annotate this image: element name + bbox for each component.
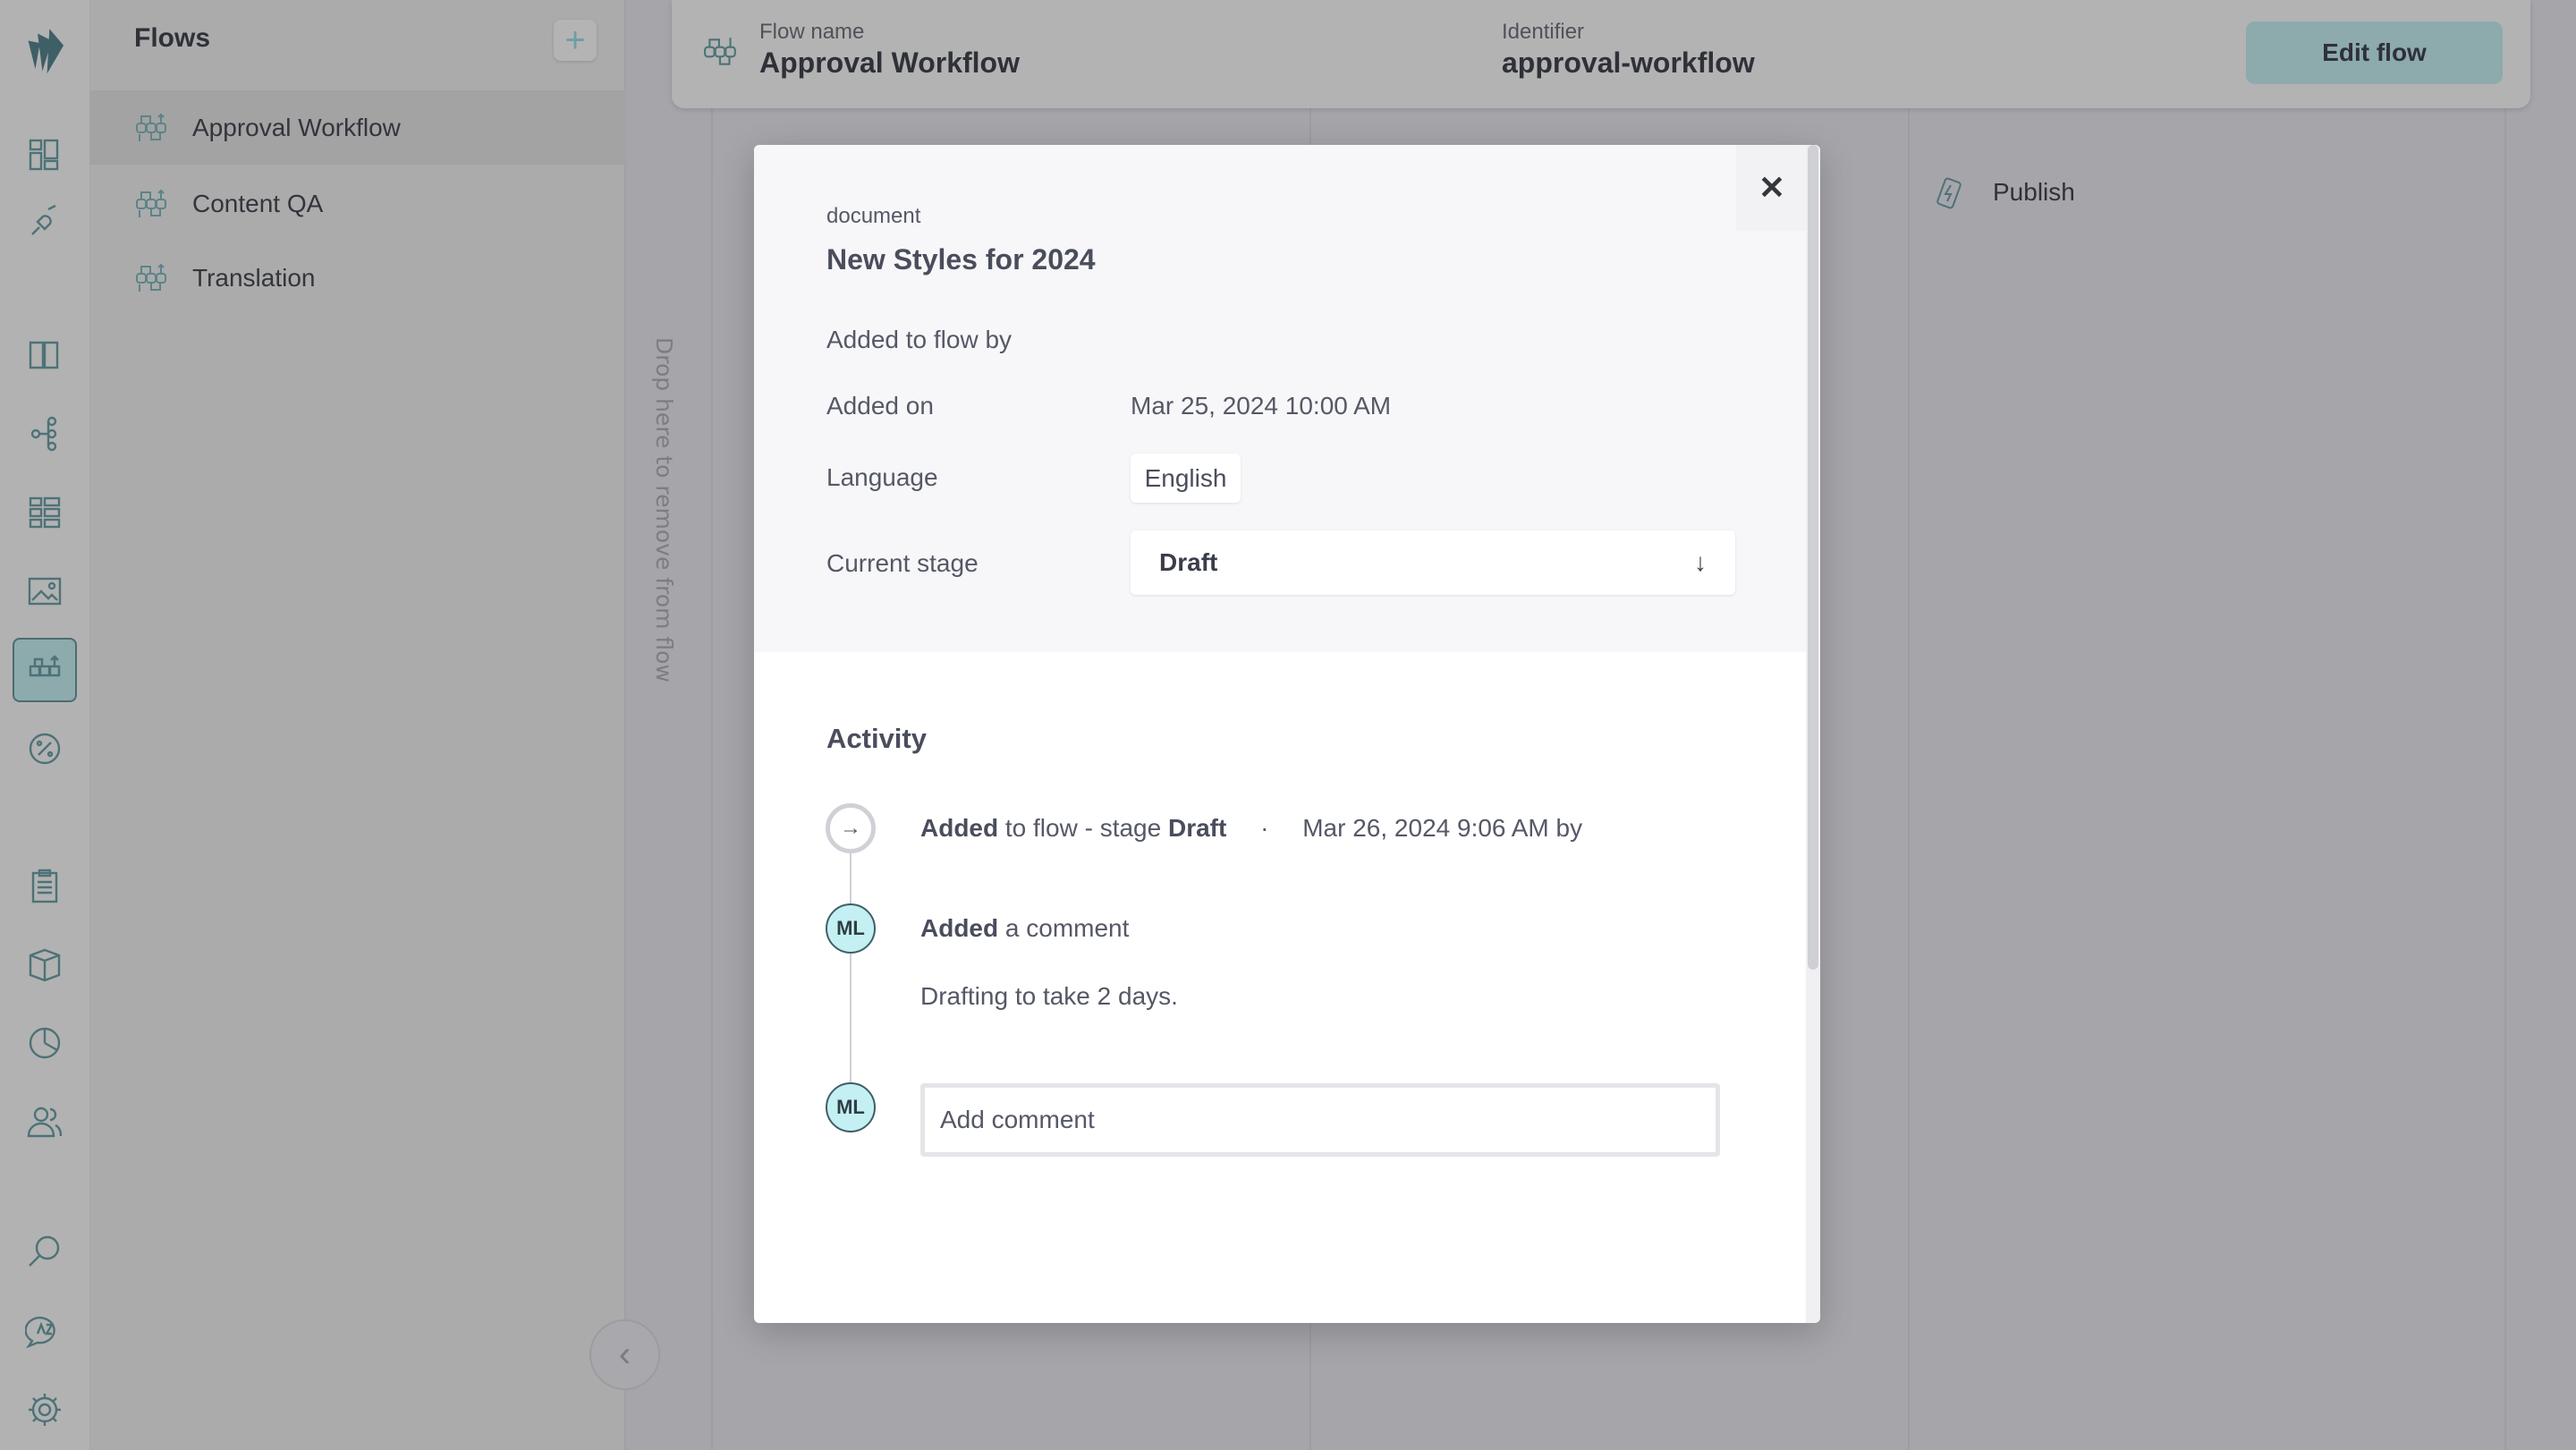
scrollbar[interactable] <box>1806 145 1820 1323</box>
collapse-sidebar-button[interactable]: ‹ <box>589 1319 660 1390</box>
flow-header: Flow name Approval Workflow Identifier a… <box>672 0 2530 108</box>
activity-item: Added a comment <box>920 914 1129 943</box>
tree-icon[interactable] <box>13 402 77 466</box>
flow-icon <box>136 189 166 217</box>
flow-item-approval-workflow[interactable]: Approval Workflow <box>90 90 626 165</box>
flows-icon[interactable] <box>13 638 77 702</box>
flow-icon <box>136 113 166 141</box>
chart-icon[interactable] <box>13 1011 77 1075</box>
activity-action: Added <box>920 814 999 842</box>
comment-text: Drafting to take 2 days. <box>920 982 1178 1010</box>
activity-time: Mar 26, 2024 9:06 AM by <box>1302 814 1583 842</box>
clipboard-icon[interactable] <box>13 853 77 918</box>
document-type: document <box>826 204 921 228</box>
drop-zone-text: Drop here to remove from flow <box>651 337 677 683</box>
activity-text: to flow - stage <box>998 814 1168 842</box>
activity-action: Added <box>920 914 999 942</box>
stage-select-value: Draft <box>1159 548 1218 576</box>
percent-icon[interactable] <box>13 717 77 781</box>
chevron-left-icon: ‹ <box>618 1335 631 1374</box>
identifier: approval-workflow <box>1502 47 1755 79</box>
scrollbar-thumb[interactable] <box>1808 145 1818 970</box>
language-label: Language <box>826 463 938 491</box>
timeline-line <box>850 852 852 1102</box>
close-button[interactable]: ✕ <box>1736 145 1808 231</box>
flow-item-label: Translation <box>192 263 316 292</box>
flow-icon <box>136 263 166 292</box>
close-icon: ✕ <box>1758 169 1786 206</box>
identifier-label: Identifier <box>1502 20 1585 44</box>
search-icon[interactable] <box>13 1219 77 1284</box>
flow-item-translation[interactable]: Translation <box>90 241 626 315</box>
flow-icon <box>704 38 736 65</box>
flow-name-label: Flow name <box>759 20 865 44</box>
users-icon[interactable] <box>13 1090 77 1154</box>
arrow-down-icon: ↓ <box>1694 548 1707 576</box>
battery-bolt-icon <box>1936 177 1962 209</box>
stage-label: Publish <box>1993 178 2075 206</box>
plus-icon: + <box>564 20 586 60</box>
stage-publish: Publish <box>1932 174 2075 210</box>
book-icon[interactable] <box>13 323 77 387</box>
add-flow-button[interactable]: + <box>554 20 597 61</box>
translate-icon[interactable] <box>13 1298 77 1362</box>
flow-item-label: Content QA <box>192 189 324 217</box>
image-icon[interactable] <box>13 559 77 623</box>
flows-panel: Flows + Approval Workflow Content QA Tra… <box>90 0 626 1450</box>
added-on-value: Mar 25, 2024 10:00 AM <box>1131 392 1392 420</box>
flow-name: Approval Workflow <box>759 47 1020 79</box>
flows-title: Flows <box>134 23 211 53</box>
flow-item-label: Approval Workflow <box>192 113 401 141</box>
document-modal: ✕ document New Styles for 2024 Added to … <box>754 145 1820 1323</box>
current-stage-label: Current stage <box>826 549 979 577</box>
added-on-label: Added on <box>826 392 934 420</box>
plug-icon[interactable] <box>13 188 77 252</box>
add-comment-input[interactable] <box>920 1083 1720 1157</box>
activity-item: Added to flow - stage Draft · Mar 26, 20… <box>920 814 1582 843</box>
flow-item-content-qa[interactable]: Content QA <box>90 166 626 241</box>
added-by-label: Added to flow by <box>826 326 1013 353</box>
separator: · <box>1260 814 1269 842</box>
activity-title: Activity <box>826 723 927 754</box>
avatar: ML <box>826 903 876 954</box>
activity-text: a comment <box>998 914 1130 942</box>
grid-icon[interactable] <box>13 480 77 545</box>
gear-icon[interactable] <box>13 1378 77 1442</box>
stage-select[interactable]: Draft ↓ <box>1131 530 1735 595</box>
box-icon[interactable] <box>13 932 77 996</box>
logo <box>13 18 77 82</box>
arrow-right-icon: → <box>826 803 876 853</box>
column-divider <box>1908 108 1910 1450</box>
column-divider <box>2504 108 2506 1450</box>
activity-stage: Draft <box>1167 814 1227 842</box>
edit-flow-button[interactable]: Edit flow <box>2246 21 2503 84</box>
language-chip: English <box>1131 454 1241 503</box>
dashboard-icon[interactable] <box>13 123 77 187</box>
column-divider <box>711 108 713 1450</box>
avatar: ML <box>826 1082 876 1132</box>
nav-rail <box>0 0 90 1450</box>
document-title: New Styles for 2024 <box>826 243 1096 276</box>
